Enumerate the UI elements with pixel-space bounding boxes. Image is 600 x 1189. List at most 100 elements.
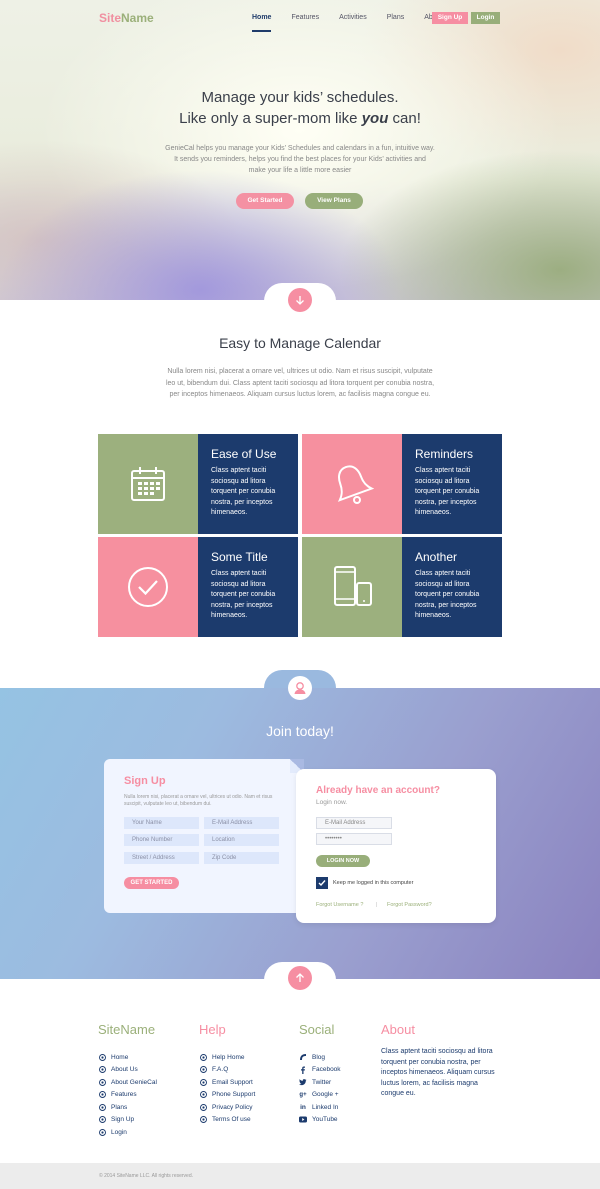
- footer-link-label: Login: [111, 1128, 127, 1136]
- footer-col-title: Social: [299, 1022, 335, 1037]
- phone-field[interactable]: Phone Number: [124, 834, 199, 846]
- footer-link-login[interactable]: Login: [98, 1126, 157, 1139]
- footer-link-help-home[interactable]: Help Home: [199, 1051, 255, 1064]
- footer-link-googleplus[interactable]: g+ Google +: [299, 1089, 341, 1102]
- feature-icon-box: [98, 434, 198, 534]
- login-now-button[interactable]: LOGIN NOW: [316, 855, 370, 867]
- footer-link-about-geniecal[interactable]: About GenieCal: [98, 1076, 157, 1089]
- login-card: Already have an account? Login now. E-Ma…: [296, 769, 496, 923]
- footer-col-title: Help: [199, 1022, 226, 1037]
- footer-col-title: About: [381, 1022, 415, 1037]
- circle-arrow-icon: [199, 1116, 207, 1124]
- name-field[interactable]: Your Name: [124, 817, 199, 829]
- feature-card: Reminders Class aptent taciti sociosqu a…: [302, 434, 502, 534]
- footer-link-about-us[interactable]: About Us: [98, 1064, 157, 1077]
- feature-body: Class aptent taciti sociosqu ad litora t…: [415, 570, 480, 619]
- feature-title: Reminders: [415, 447, 474, 461]
- footer-link-label: Help Home: [212, 1053, 245, 1061]
- footer-link-label: About Us: [111, 1066, 138, 1074]
- footer-link-label: Facebook: [312, 1066, 341, 1074]
- keep-logged-in-checkbox[interactable]: [316, 877, 328, 889]
- footer-link-email-support[interactable]: Email Support: [199, 1076, 255, 1089]
- signup-button[interactable]: Sign Up: [432, 12, 468, 24]
- footer-col-help: Help Help Home F.A.Q Email Support Phone…: [199, 1022, 255, 1126]
- footer-link-phone-support[interactable]: Phone Support: [199, 1089, 255, 1102]
- join-title: Join today!: [266, 723, 334, 739]
- feature-card: Some Title Class aptent taciti sociosqu …: [98, 537, 298, 637]
- footer-link-privacy[interactable]: Privacy Policy: [199, 1101, 255, 1114]
- feature-text: Another Class aptent taciti sociosqu ad …: [402, 537, 502, 637]
- nav-activities[interactable]: Activities: [339, 14, 367, 21]
- footer-link-facebook[interactable]: Facebook: [299, 1064, 341, 1077]
- footer-link-signup[interactable]: Sign Up: [98, 1114, 157, 1127]
- blog-icon: [299, 1053, 307, 1061]
- feature-card: Another Class aptent taciti sociosqu ad …: [302, 537, 502, 637]
- footer-link-home[interactable]: Home: [98, 1051, 157, 1064]
- hero-title-line1: Manage your kids’ schedules.: [201, 89, 399, 106]
- signup-title: Sign Up: [124, 775, 166, 787]
- scroll-down-button[interactable]: [288, 288, 312, 312]
- address-field[interactable]: Street / Address: [124, 852, 199, 864]
- circle-arrow-icon: [199, 1091, 207, 1099]
- footer-link-label: Blog: [312, 1053, 326, 1061]
- site-logo[interactable]: SiteName: [99, 11, 154, 25]
- footer-link-blog[interactable]: Blog: [299, 1051, 341, 1064]
- hero-section: SiteName Home Features Activities Plans …: [0, 0, 600, 300]
- footer-link-label: Linked In: [312, 1103, 339, 1111]
- devices-icon: [334, 566, 372, 606]
- footer-col-sitename: SiteName Home About Us About GenieCal Fe…: [98, 1022, 157, 1139]
- footer-link-youtube[interactable]: YouTube: [299, 1114, 341, 1127]
- circle-arrow-icon: [199, 1066, 207, 1074]
- location-field[interactable]: Location: [204, 834, 279, 846]
- footer-link-label: Sign Up: [111, 1116, 135, 1124]
- check-icon: [318, 880, 326, 887]
- checkmark-circle-icon: [128, 567, 168, 607]
- footer-link-faq[interactable]: F.A.Q: [199, 1064, 255, 1077]
- zip-field[interactable]: Zip Code: [204, 852, 279, 864]
- scroll-up-button[interactable]: [288, 966, 312, 990]
- circle-arrow-icon: [98, 1128, 106, 1136]
- signup-description: Nulla lorem nisi, placerat a ornare vel,…: [124, 794, 273, 807]
- email-field[interactable]: E-Mail Address: [204, 817, 279, 829]
- login-password-field[interactable]: ••••••••: [316, 833, 392, 845]
- features-title: Easy to Manage Calendar: [219, 335, 381, 351]
- hero-title-em: you: [361, 110, 389, 127]
- footer-about-text: Class aptent taciti sociosqu ad litora t…: [381, 1048, 495, 1097]
- linkedin-icon: in: [300, 1103, 306, 1111]
- circle-arrow-icon: [199, 1053, 207, 1061]
- circle-arrow-icon: [98, 1116, 106, 1124]
- signup-submit-button[interactable]: GET STARTED: [124, 877, 179, 889]
- footer-link-features[interactable]: Features: [98, 1089, 157, 1102]
- nav-features[interactable]: Features: [291, 14, 319, 21]
- hero-description: GenieCal helps you manage your Kids’ Sch…: [165, 145, 435, 174]
- keep-logged-in: Keep me logged in this computer: [316, 877, 413, 889]
- forgot-password-link[interactable]: Forgot Password?: [387, 902, 432, 908]
- nav-plans[interactable]: Plans: [387, 14, 405, 21]
- feature-icon-box: [302, 434, 402, 534]
- feature-body: Class aptent taciti sociosqu ad litora t…: [211, 570, 276, 619]
- nav-home[interactable]: Home: [252, 14, 272, 32]
- footer-links: Home About Us About GenieCal Features Pl…: [98, 1051, 157, 1139]
- footer-link-label: Google +: [312, 1091, 339, 1099]
- circle-arrow-icon: [98, 1078, 106, 1086]
- arrow-down-icon: [296, 296, 304, 305]
- feature-text: Some Title Class aptent taciti sociosqu …: [198, 537, 298, 637]
- link-separator: |: [376, 902, 378, 908]
- google-plus-icon: g+: [299, 1091, 307, 1098]
- youtube-icon: [299, 1116, 307, 1124]
- login-button[interactable]: Login: [471, 12, 500, 24]
- login-email-field[interactable]: E-Mail Address: [316, 817, 392, 829]
- keep-logged-in-label: Keep me logged in this computer: [333, 880, 414, 886]
- footer-link-linkedin[interactable]: in Linked In: [299, 1101, 341, 1114]
- footer-link-twitter[interactable]: Twitter: [299, 1076, 341, 1089]
- footer-link-label: Plans: [111, 1103, 128, 1111]
- signup-card: Sign Up Nulla lorem nisi, placerat a orn…: [104, 759, 304, 913]
- forgot-username-link[interactable]: Forgot Username ?: [316, 902, 363, 908]
- footer-col-title: SiteName: [98, 1022, 156, 1037]
- feature-icon-box: [98, 537, 198, 637]
- logo-part-2: Name: [121, 11, 154, 25]
- view-plans-button[interactable]: View Plans: [305, 193, 363, 209]
- footer-link-terms[interactable]: Terms Of use: [199, 1114, 255, 1127]
- footer-link-plans[interactable]: Plans: [98, 1101, 157, 1114]
- get-started-button[interactable]: Get Started: [236, 193, 294, 209]
